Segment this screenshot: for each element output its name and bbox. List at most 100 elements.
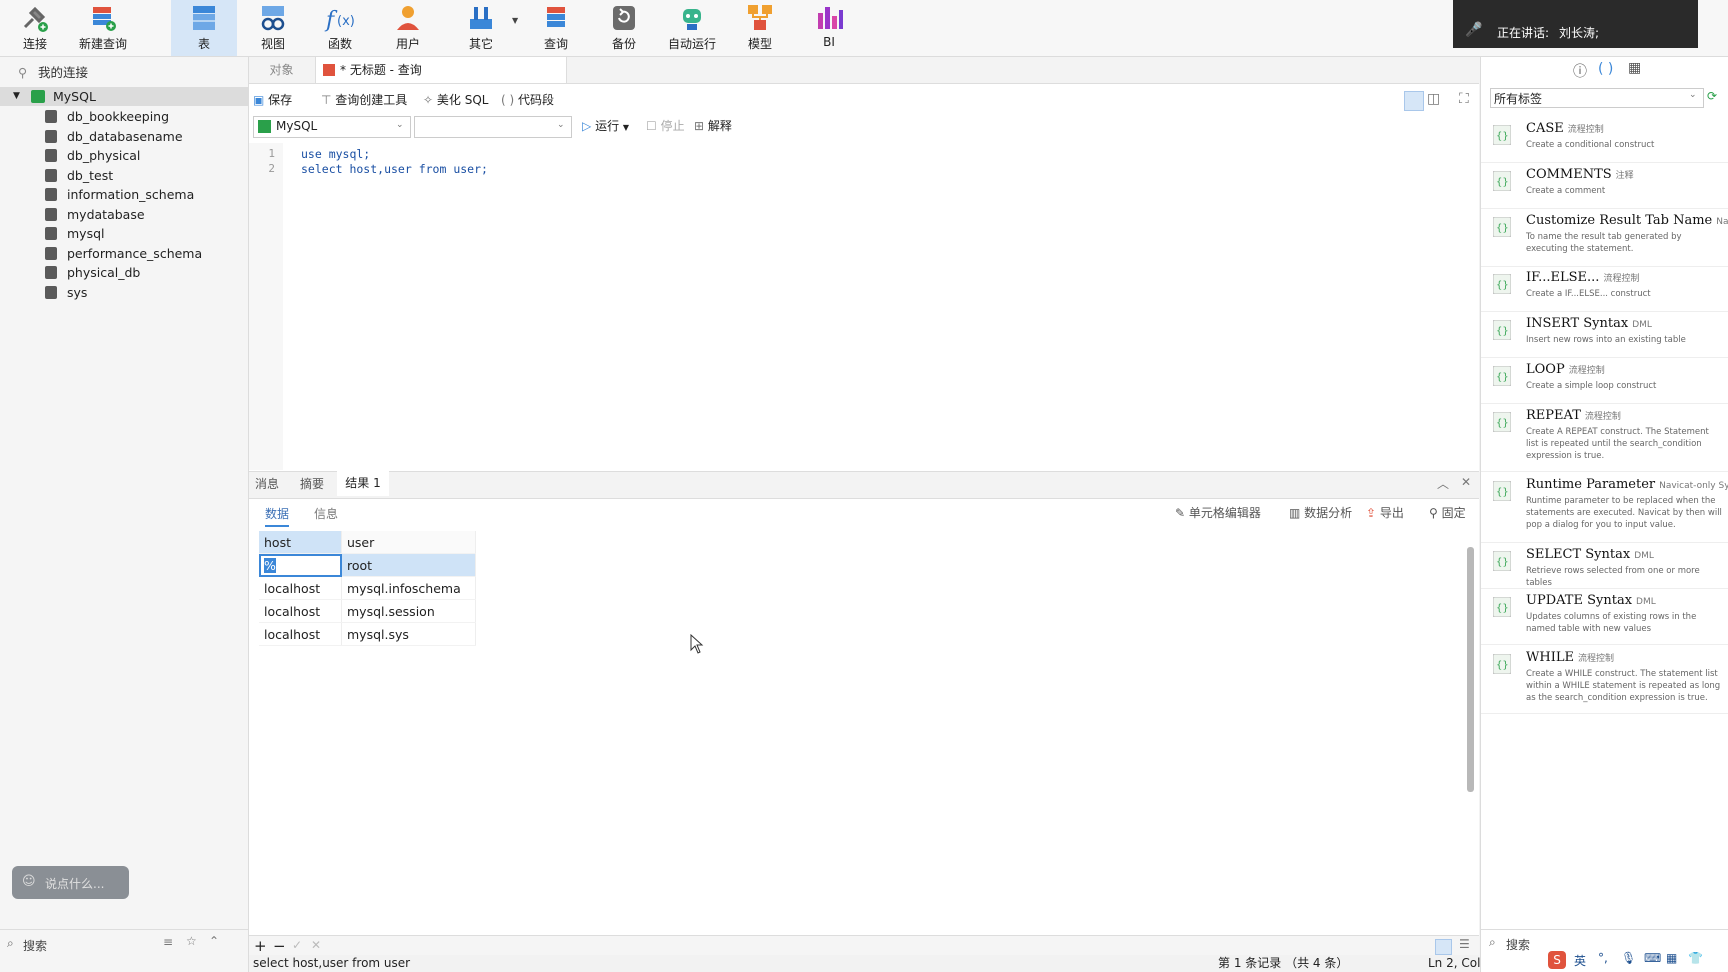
table-cell[interactable]: localhost bbox=[259, 622, 342, 646]
beautify-button[interactable]: ✧ 美化 SQL bbox=[423, 89, 488, 111]
toolbar-view-button[interactable]: 视图 bbox=[240, 0, 306, 56]
table-cell[interactable]: mysql.session bbox=[341, 599, 476, 623]
save-button[interactable]: ▣ 保存 bbox=[253, 89, 292, 111]
table-cell[interactable]: mysql.sys bbox=[341, 622, 476, 646]
database-item[interactable]: performance_schema bbox=[0, 244, 248, 263]
chevron-up-icon[interactable]: ︿ bbox=[1437, 475, 1449, 492]
info-icon[interactable]: ⓘ bbox=[1573, 61, 1587, 81]
layout-split-icon[interactable]: ◫ bbox=[1427, 91, 1440, 107]
snippet-item[interactable]: {} REPEAT 流程控制 Create A REPEAT construct. T… bbox=[1481, 406, 1728, 472]
toolbar-bi-button[interactable]: BI bbox=[796, 0, 862, 56]
subtab-data[interactable]: 数据 bbox=[265, 501, 290, 527]
database-select[interactable]: ⌄ bbox=[414, 116, 572, 138]
database-item[interactable]: information_schema bbox=[0, 185, 248, 204]
snippet-item[interactable]: {} LOOP 流程控制 Create a simple loop construct bbox=[1481, 360, 1728, 404]
toolbar-automation-button[interactable]: 自动运行 bbox=[658, 0, 726, 56]
query-builder-button[interactable]: ⊤ 查询创建工具 bbox=[321, 89, 407, 111]
snippet-item[interactable]: {} CASE 流程控制 Create a conditional construct bbox=[1481, 119, 1728, 163]
sql-editor[interactable]: 1 2 use mysql; select host,user from use… bbox=[249, 143, 1479, 470]
snippet-item[interactable]: {} WHILE 流程控制 Create a WHILE construct. The… bbox=[1481, 648, 1728, 714]
collapse-icon[interactable]: ⌃ bbox=[209, 934, 219, 948]
column-header-host[interactable]: host bbox=[259, 531, 342, 554]
toolbar-other-button[interactable]: 其它 bbox=[448, 0, 514, 56]
snippet-item[interactable]: {} Customize Result Tab NameNav To name th… bbox=[1481, 211, 1728, 267]
toolbar-user-button[interactable]: 用户 bbox=[375, 0, 441, 56]
database-item[interactable]: sys bbox=[0, 283, 248, 302]
database-item[interactable]: db_databasename bbox=[0, 127, 248, 146]
database-item[interactable]: mysql bbox=[0, 224, 248, 243]
delete-row-icon[interactable]: − bbox=[273, 937, 286, 955]
database-item[interactable]: db_bookkeeping bbox=[0, 107, 248, 126]
table-row[interactable]: localhost mysql.infoschema bbox=[259, 576, 476, 600]
vertical-scrollbar[interactable] bbox=[1467, 547, 1474, 792]
snippet-item[interactable]: {} UPDATE Syntax DML Updates columns of exi… bbox=[1481, 591, 1728, 645]
grid-icon[interactable]: ▦ bbox=[1628, 60, 1641, 76]
pin-button[interactable]: ⚲ 固定 bbox=[1429, 502, 1466, 524]
add-row-icon[interactable]: + bbox=[254, 937, 267, 955]
star-icon[interactable]: ☆ bbox=[186, 934, 197, 948]
punctuation-icon[interactable]: °, bbox=[1598, 951, 1608, 965]
apps-icon[interactable]: ▦ bbox=[1666, 951, 1677, 965]
tab-messages[interactable]: 消息 bbox=[255, 471, 279, 497]
refresh-icon[interactable]: ⟳ bbox=[1707, 89, 1717, 103]
table-row[interactable]: % root bbox=[259, 553, 476, 577]
tab-summary[interactable]: 摘要 bbox=[300, 471, 324, 497]
tag-filter-select[interactable]: 所有标签 ⌄ bbox=[1490, 88, 1704, 108]
tab-query[interactable]: * 无标题 - 查询 bbox=[315, 57, 567, 83]
ime-mode[interactable]: 英 bbox=[1574, 952, 1586, 969]
connection-select[interactable]: MySQL ⌄ bbox=[253, 116, 411, 138]
table-cell[interactable]: root bbox=[341, 553, 476, 577]
data-analysis-button[interactable]: ▥ 数据分析 bbox=[1289, 502, 1352, 524]
filter-icon[interactable]: ≡ bbox=[163, 935, 173, 949]
database-item[interactable]: db_physical bbox=[0, 146, 248, 165]
snippet-button[interactable]: ( ) 代码段 bbox=[501, 89, 554, 111]
mic-icon[interactable]: 🎙 bbox=[1621, 951, 1636, 965]
tab-result-1[interactable]: 结果 1 bbox=[337, 470, 389, 496]
connection-mysql[interactable]: ▼ MySQL bbox=[0, 87, 248, 106]
cell-editor-button[interactable]: ✎ 单元格编辑器 bbox=[1175, 502, 1261, 524]
snippet-item[interactable]: {} Runtime Parameter Navicat-only Syn Runti… bbox=[1481, 475, 1728, 543]
stop-button[interactable]: ☐ 停止 bbox=[646, 115, 685, 137]
tab-objects[interactable]: 对象 bbox=[249, 57, 314, 83]
run-button[interactable]: ▷ 运行 ▼ bbox=[582, 115, 629, 137]
explain-button[interactable]: ⊞ 解释 bbox=[694, 115, 732, 137]
ime-logo-icon[interactable]: S bbox=[1548, 951, 1566, 969]
table-row[interactable]: localhost mysql.sys bbox=[259, 622, 476, 646]
chevron-down-icon[interactable]: ▼ bbox=[13, 87, 20, 106]
chat-input[interactable]: ☺ 说点什么... bbox=[12, 866, 129, 899]
toolbar-new-query-button[interactable]: 新建查询 bbox=[68, 0, 138, 56]
column-header-user[interactable]: user bbox=[341, 531, 476, 554]
fullscreen-icon[interactable]: ⛶ bbox=[1459, 91, 1469, 107]
snippet-braces-icon[interactable]: ( ) bbox=[1598, 61, 1613, 77]
table-cell[interactable]: localhost bbox=[259, 599, 342, 623]
table-cell[interactable]: % bbox=[264, 557, 276, 573]
other-dropdown-icon[interactable]: ▼ bbox=[512, 16, 518, 25]
database-item[interactable]: mydatabase bbox=[0, 205, 248, 224]
database-item[interactable]: physical_db bbox=[0, 263, 248, 282]
snippet-item[interactable]: {} INSERT Syntax DML Insert new rows into a… bbox=[1481, 314, 1728, 358]
skin-icon[interactable]: 👕 bbox=[1688, 951, 1703, 965]
table-cell[interactable]: localhost bbox=[259, 576, 342, 600]
table-row[interactable]: localhost mysql.session bbox=[259, 599, 476, 623]
layout-single-icon[interactable] bbox=[1404, 91, 1424, 111]
keyboard-icon[interactable]: ⌨ bbox=[1644, 951, 1661, 965]
form-view-icon[interactable]: ☰ bbox=[1459, 937, 1470, 951]
grid-view-icon[interactable] bbox=[1435, 939, 1452, 955]
snippet-item[interactable]: {} COMMENTS 注释 Create a comment bbox=[1481, 165, 1728, 209]
apply-icon[interactable]: ✓ bbox=[292, 938, 302, 952]
toolbar-backup-button[interactable]: 备份 bbox=[591, 0, 657, 56]
sidebar-search[interactable]: ⌕ 搜索 ≡ ☆ ⌃ bbox=[0, 933, 248, 957]
toolbar-model-button[interactable]: 模型 bbox=[727, 0, 793, 56]
toolbar-connect-button[interactable]: 连接 bbox=[2, 0, 68, 56]
discard-icon[interactable]: ✕ bbox=[311, 938, 321, 952]
toolbar-function-button[interactable]: f (x) 函数 bbox=[307, 0, 373, 56]
snippet-item[interactable]: {} IF...ELSE... 流程控制 Create a IF...ELSE... … bbox=[1481, 268, 1728, 312]
close-icon[interactable]: ✕ bbox=[1461, 475, 1471, 489]
export-button[interactable]: ⇪ 导出 bbox=[1366, 502, 1404, 524]
snippet-item[interactable]: {} SELECT Syntax DML Retrieve rows selected… bbox=[1481, 545, 1728, 589]
database-item[interactable]: db_test bbox=[0, 166, 248, 185]
toolbar-table-button[interactable]: 表 bbox=[171, 0, 237, 56]
table-cell[interactable]: mysql.infoschema bbox=[341, 576, 476, 600]
subtab-info[interactable]: 信息 bbox=[314, 501, 338, 527]
toolbar-query-button[interactable]: 查询 bbox=[523, 0, 589, 56]
